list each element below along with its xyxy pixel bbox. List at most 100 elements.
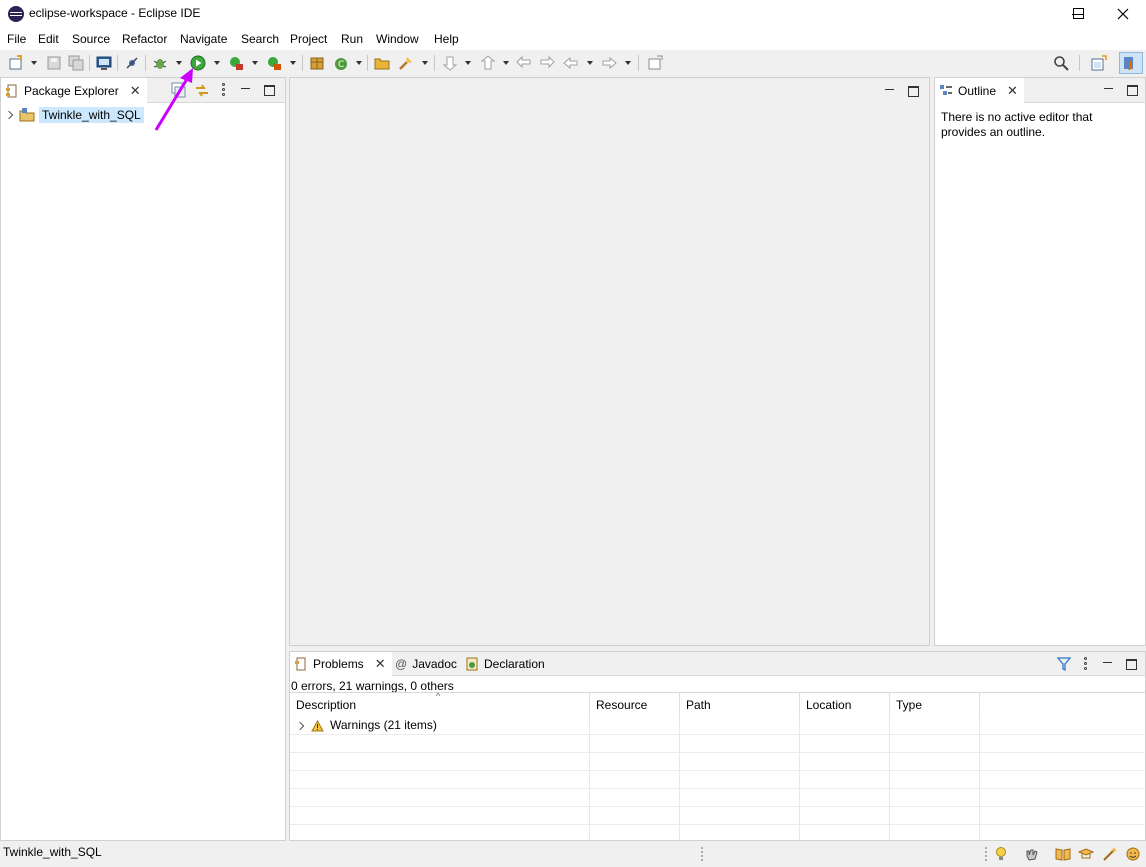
tree-item-project[interactable]: Twinkle_with_SQL [5,106,144,124]
package-explorer-title: Package Explorer [24,83,119,98]
minimize-view-button[interactable] [1101,656,1115,670]
problems-table: Description ^ Resource Path Location Typ… [290,691,1145,840]
pin-editor-icon[interactable] [646,54,664,72]
status-bar: Twinkle_with_SQL [0,841,1146,867]
menu-navigate[interactable]: Navigate [180,32,227,46]
workbench: Package Explorer ✕ Twinkle_with_SQL Outl… [0,76,1146,841]
run-dropdown-icon[interactable] [214,61,220,65]
editor-area [289,77,930,646]
external-tools-dropdown-icon[interactable] [290,61,296,65]
terminal-icon[interactable] [95,54,113,72]
java-perspective-button[interactable]: J [1119,52,1143,74]
menu-edit[interactable]: Edit [38,32,59,46]
new-class-icon[interactable]: C [332,54,350,72]
tab-javadoc-label: Javadoc [412,657,457,671]
minimize-editor-button[interactable] [883,83,897,97]
open-perspective-icon[interactable] [1090,54,1108,72]
menu-project[interactable]: Project [290,32,327,46]
filter-icon[interactable] [1055,655,1073,673]
skip-breakpoints-icon[interactable] [123,54,141,72]
expand-chevron-icon[interactable] [296,721,306,731]
annotation-arrow [154,68,193,131]
save-all-icon[interactable] [67,54,85,72]
maximize-view-button[interactable] [1124,656,1138,670]
close-icon[interactable]: ✕ [1007,83,1018,99]
previous-annotation-icon[interactable] [479,54,497,72]
close-button[interactable] [1100,0,1146,28]
search-tool-icon[interactable] [397,54,415,72]
new-dropdown-icon[interactable] [31,61,37,65]
title-bar: eclipse-workspace - Eclipse IDE [0,0,1146,28]
tab-declaration[interactable]: Declaration [461,652,551,676]
tab-javadoc[interactable]: @ Javadoc [391,652,463,676]
tab-problems[interactable]: Problems ✕ [290,652,392,676]
table-row[interactable]: Warnings (21 items) [290,717,1145,735]
svg-text:J: J [1128,60,1133,71]
new-icon[interactable] [7,54,25,72]
hand-icon[interactable] [1024,846,1040,862]
package-explorer-icon [6,84,17,97]
menu-source[interactable]: Source [72,32,110,46]
package-explorer-view: Package Explorer ✕ Twinkle_with_SQL [0,77,286,841]
next-annotation-dropdown-icon[interactable] [465,61,471,65]
column-type[interactable]: Type [890,693,980,717]
column-description[interactable]: Description ^ [290,691,590,717]
coverage-dropdown-icon[interactable] [252,61,258,65]
smiley-icon[interactable] [1125,846,1141,862]
warning-icon [311,720,324,732]
forward-icon[interactable] [600,54,618,72]
problems-summary: 0 errors, 21 warnings, 0 others [291,679,454,693]
open-type-icon[interactable] [373,54,391,72]
table-row [290,771,1145,789]
menu-help[interactable]: Help [434,32,459,46]
menu-run[interactable]: Run [341,32,363,46]
tab-package-explorer[interactable]: Package Explorer ✕ [1,78,147,103]
back-icon[interactable] [562,54,580,72]
maximize-view-button[interactable] [1125,82,1139,96]
search-tool-dropdown-icon[interactable] [422,61,428,65]
column-path[interactable]: Path [680,693,800,717]
next-edit-icon[interactable] [538,54,556,72]
close-icon[interactable]: ✕ [130,83,141,99]
magic-wand-icon[interactable] [1102,846,1118,862]
back-dropdown-icon[interactable] [587,61,593,65]
new-class-dropdown-icon[interactable] [356,61,362,65]
last-edit-icon[interactable] [515,54,533,72]
expand-chevron-icon[interactable] [5,110,15,120]
table-row [290,735,1145,753]
minimize-view-button[interactable] [1102,82,1116,96]
maximize-view-button[interactable] [262,82,276,96]
new-package-icon[interactable] [308,54,326,72]
minimize-view-button[interactable] [239,82,253,96]
lightbulb-icon[interactable] [993,846,1009,862]
external-tools-icon[interactable] [265,54,283,72]
close-icon[interactable]: ✕ [375,656,386,672]
maximize-icon [1073,8,1084,19]
next-annotation-icon[interactable] [441,54,459,72]
column-resource[interactable]: Resource [590,693,680,717]
forward-dropdown-icon[interactable] [625,61,631,65]
menu-refactor[interactable]: Refactor [122,32,167,46]
maximize-editor-button[interactable] [906,83,920,97]
save-icon[interactable] [45,54,63,72]
coverage-icon[interactable] [227,54,245,72]
tab-outline[interactable]: Outline ✕ [935,78,1024,103]
book-icon[interactable] [1055,846,1071,862]
column-location[interactable]: Location [800,693,890,717]
outline-view: Outline ✕ There is no active editor that… [934,77,1146,646]
previous-annotation-dropdown-icon[interactable] [503,61,509,65]
java-project-icon [19,108,35,122]
menu-search[interactable]: Search [241,32,279,46]
search-icon[interactable] [1052,54,1070,72]
menu-file[interactable]: File [7,32,26,46]
menu-window[interactable]: Window [376,32,419,46]
view-menu-icon[interactable] [1084,657,1088,671]
warnings-group-label: Warnings (21 items) [330,718,437,732]
outline-message: There is no active editor that provides … [941,110,1093,139]
view-menu-icon[interactable] [222,83,226,97]
declaration-icon [466,657,478,671]
table-row [290,753,1145,771]
problems-icon [295,657,306,671]
tutorial-icon[interactable] [1078,846,1094,862]
sort-ascending-icon: ^ [436,691,441,701]
